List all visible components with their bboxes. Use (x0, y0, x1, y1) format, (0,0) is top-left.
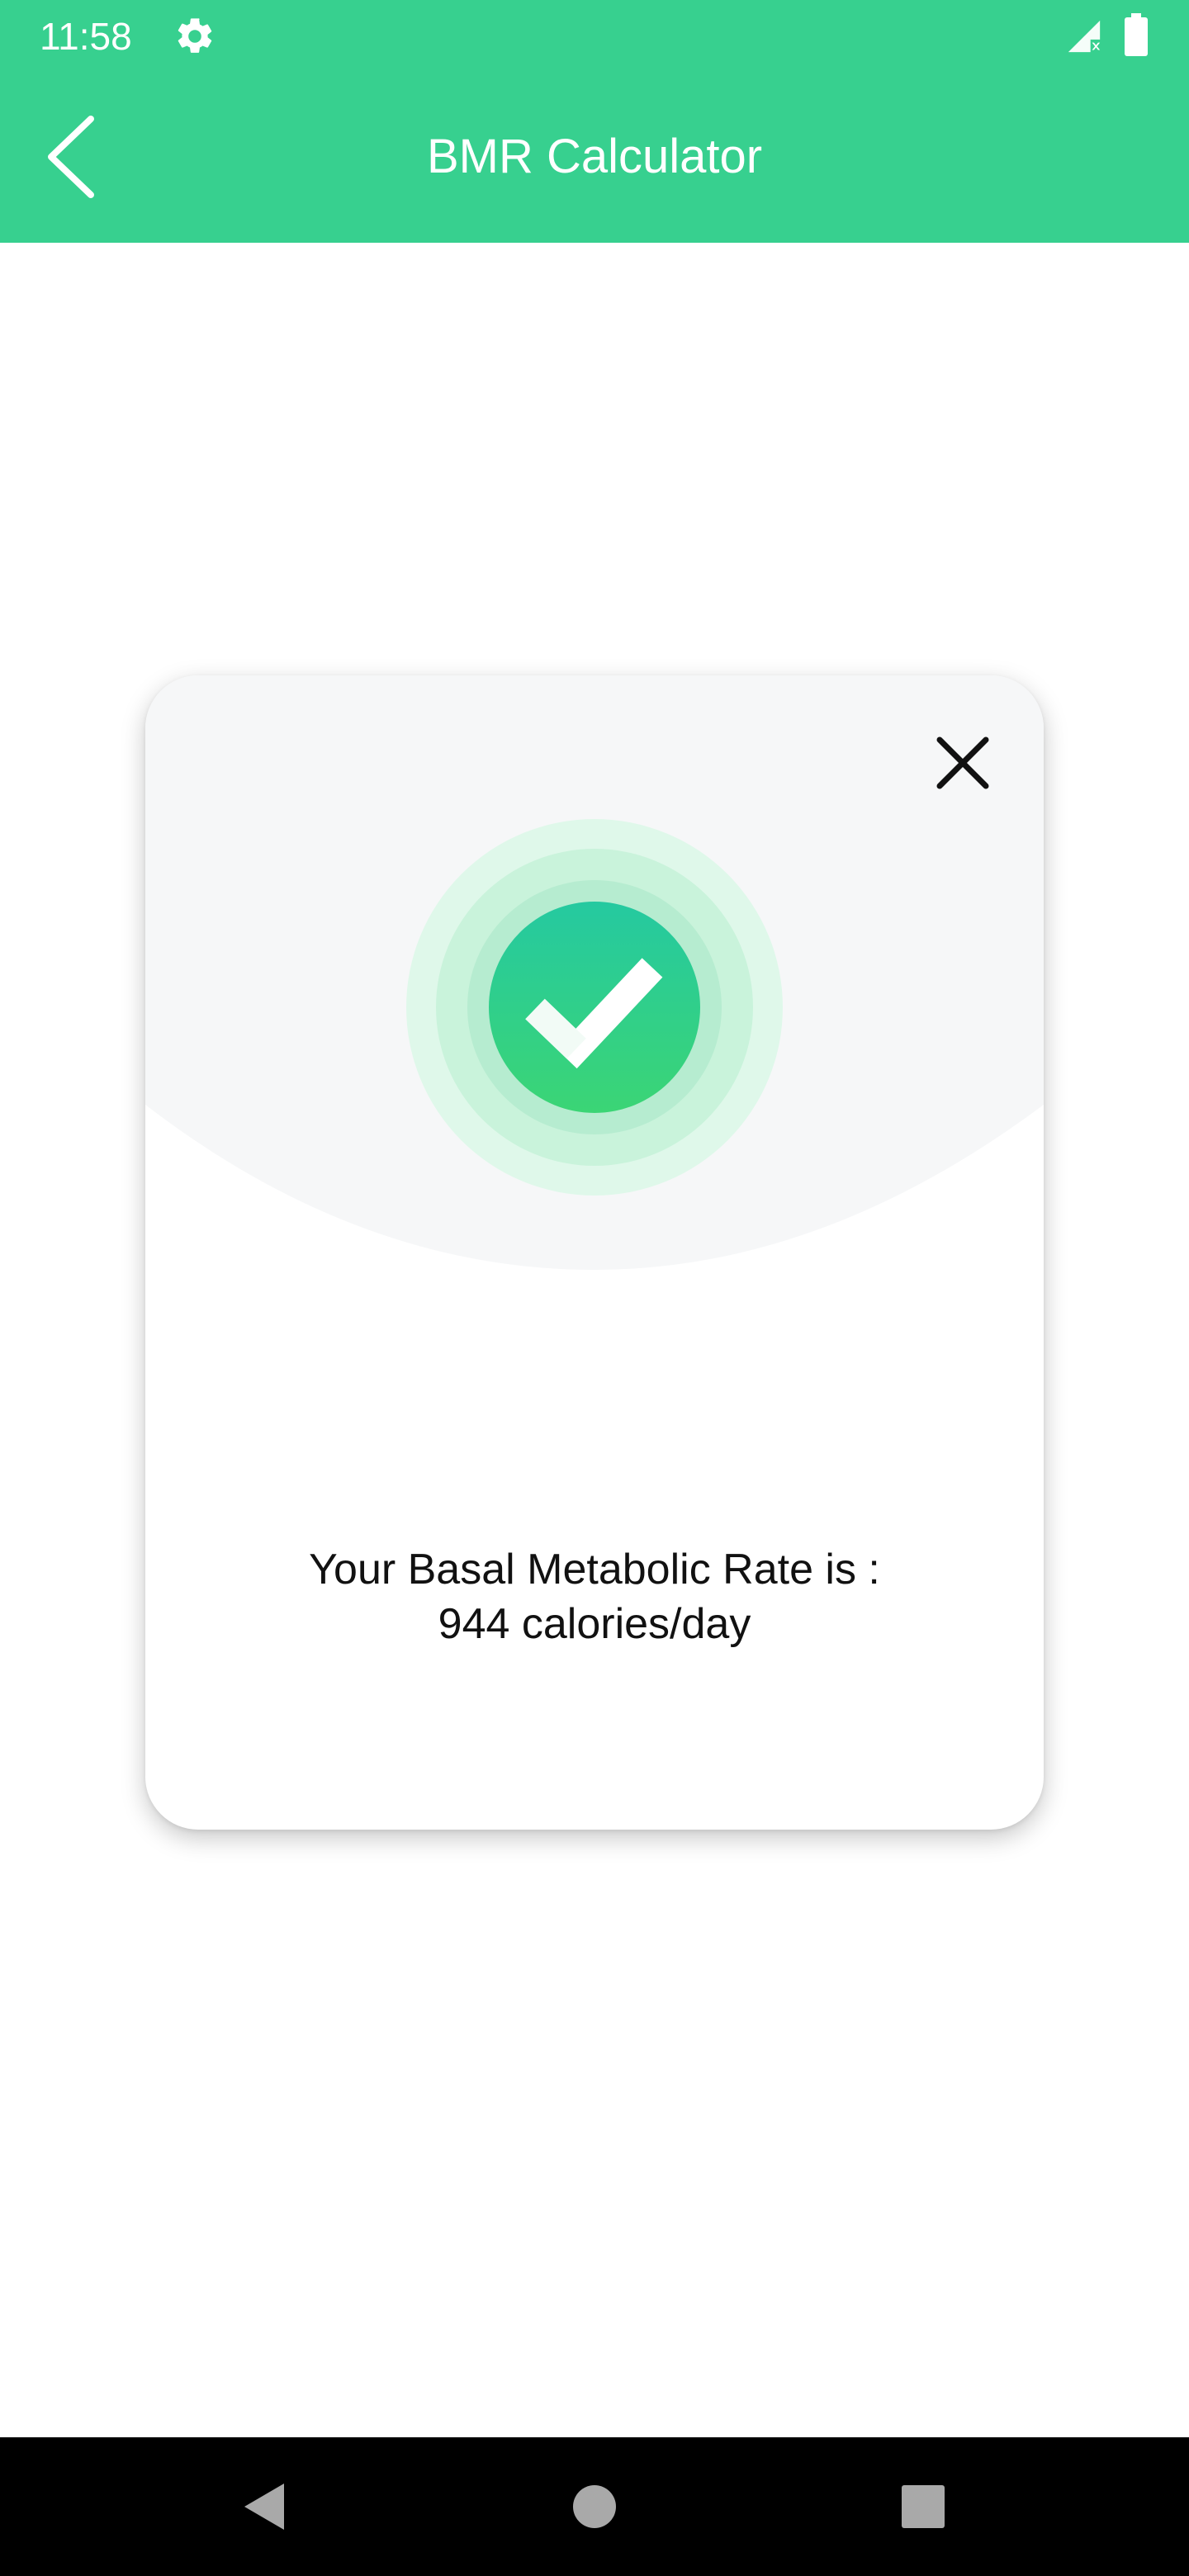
result-value: 944 calories/day (438, 1600, 751, 1648)
app-header: 11:58 BMR Calculator (0, 0, 1189, 243)
gear-icon (178, 18, 212, 53)
nav-home-icon[interactable] (545, 2437, 644, 2576)
signal-icon (1068, 20, 1101, 53)
close-icon[interactable] (930, 730, 996, 796)
checkmark-icon (406, 819, 783, 1196)
system-nav-bar (0, 2437, 1189, 2576)
nav-recents-icon[interactable] (874, 2437, 973, 2576)
battery-icon (1125, 13, 1148, 56)
bmr-result-text: Your Basal Metabolic Rate is : 944 calor… (145, 1542, 1044, 1651)
nav-back-icon[interactable] (213, 2437, 312, 2576)
status-time: 11:58 (40, 15, 132, 58)
page-title: BMR Calculator (426, 130, 763, 183)
result-label: Your Basal Metabolic Rate is : (309, 1546, 880, 1593)
result-dialog: Your Basal Metabolic Rate is : 944 calor… (145, 675, 1044, 1830)
